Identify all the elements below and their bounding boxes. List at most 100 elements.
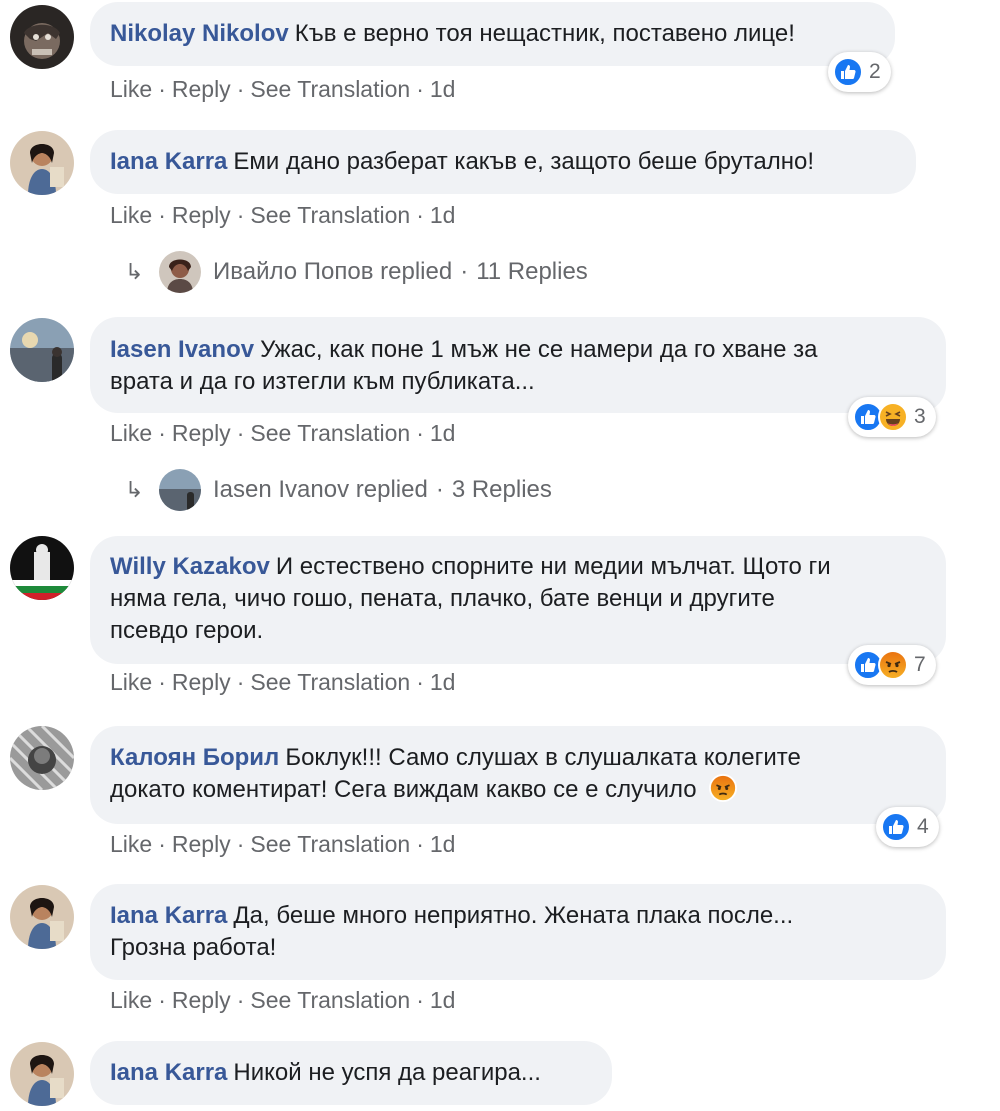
like-button[interactable]: Like bbox=[110, 987, 152, 1013]
comment-author[interactable]: Iana Karra bbox=[110, 902, 227, 929]
reaction-summary[interactable]: 7 bbox=[848, 645, 936, 685]
separator: · bbox=[236, 76, 245, 102]
comment-actions: Like · Reply · See Translation · 1d bbox=[110, 667, 455, 697]
comment-author[interactable]: Калоян Борил bbox=[110, 744, 279, 771]
comment-author[interactable]: Iana Karra bbox=[110, 1059, 227, 1086]
like-button[interactable]: Like bbox=[110, 420, 152, 446]
avatar[interactable] bbox=[10, 726, 74, 790]
replier-avatar bbox=[159, 251, 201, 293]
like-button[interactable]: Like bbox=[110, 202, 152, 228]
separator: · bbox=[416, 669, 424, 695]
comment-actions: Like · Reply · See Translation · 1d bbox=[110, 418, 455, 448]
timestamp[interactable]: 1d bbox=[430, 420, 456, 446]
see-translation-link[interactable]: See Translation bbox=[250, 76, 410, 102]
avatar[interactable] bbox=[10, 885, 74, 949]
comment-text-line: И естествено спорните ни медии мълчат. Щ… bbox=[275, 553, 831, 580]
replies-count: 11 Replies bbox=[476, 258, 588, 285]
comment-bubble: Nikolay Nikolov Къв е верно тоя нещастник… bbox=[90, 2, 895, 66]
reaction-summary[interactable]: 2 bbox=[828, 52, 891, 92]
comment-actions: Like · Reply · See Translation · 1d bbox=[110, 200, 455, 230]
comment-author[interactable]: Iana Karra bbox=[110, 148, 227, 175]
view-replies-link[interactable]: ↳ Ивайло Попов replied · 11 Replies bbox=[125, 250, 588, 294]
comment-bubble: Iana Karra Еми дано разберат какъв е, защ… bbox=[90, 130, 916, 194]
reply-arrow-icon: ↳ bbox=[125, 477, 144, 502]
comment-text-line: Ужас, как поне 1 мъж не се намери да го … bbox=[260, 336, 818, 363]
laugh-icon bbox=[878, 402, 908, 432]
timestamp[interactable]: 1d bbox=[430, 987, 456, 1013]
comment-text: Къв е верно тоя нещастник, поставено лиц… bbox=[294, 20, 795, 47]
avatar[interactable] bbox=[10, 318, 74, 382]
avatar[interactable] bbox=[10, 536, 74, 600]
reaction-summary[interactable]: 4 bbox=[876, 807, 939, 847]
timestamp[interactable]: 1d bbox=[430, 669, 456, 695]
separator: · bbox=[158, 76, 166, 102]
separator: · bbox=[158, 987, 166, 1013]
timestamp[interactable]: 1d bbox=[430, 831, 456, 857]
reply-button[interactable]: Reply bbox=[172, 831, 231, 857]
separator: · bbox=[416, 202, 424, 228]
comment-bubble: Iana Karra Да, беше много неприятно. Жена… bbox=[90, 884, 946, 980]
separator: · bbox=[158, 669, 166, 695]
reaction-summary[interactable]: 3 bbox=[848, 397, 936, 437]
view-replies-link[interactable]: ↳ Iasen Ivanov replied · 3 Replies bbox=[125, 468, 552, 512]
like-button[interactable]: Like bbox=[110, 669, 152, 695]
avatar-image bbox=[10, 5, 74, 69]
separator: · bbox=[236, 202, 245, 228]
see-translation-link[interactable]: See Translation bbox=[250, 420, 410, 446]
avatar-image bbox=[10, 1042, 74, 1106]
separator: · bbox=[158, 831, 166, 857]
avatar[interactable] bbox=[10, 131, 74, 195]
separator: · bbox=[416, 987, 424, 1013]
separator: · bbox=[236, 669, 245, 695]
comment-author[interactable]: Iasen Ivanov bbox=[110, 336, 254, 363]
reaction-count: 2 bbox=[869, 60, 881, 83]
reply-button[interactable]: Reply bbox=[172, 202, 231, 228]
reaction-count: 7 bbox=[914, 653, 926, 676]
comment-text: Еми дано разберат какъв е, защото беше б… bbox=[233, 148, 815, 175]
separator: · bbox=[416, 76, 424, 102]
comment-text-line: Грозна работа! bbox=[110, 934, 277, 961]
avatar-image bbox=[10, 131, 74, 195]
see-translation-link[interactable]: See Translation bbox=[250, 831, 410, 857]
comment-bubble: Willy Kazakov И естествено спорните ни ме… bbox=[90, 536, 946, 664]
timestamp[interactable]: 1d bbox=[430, 202, 456, 228]
replied-by: Ивайло Попов replied bbox=[213, 258, 453, 285]
avatar-image bbox=[10, 885, 74, 949]
see-translation-link[interactable]: See Translation bbox=[250, 987, 410, 1013]
like-button[interactable]: Like bbox=[110, 76, 152, 102]
avatar-image bbox=[10, 318, 74, 382]
comment-bubble: Iana Karra Никой не успя да реагира... bbox=[90, 1041, 612, 1105]
angry-emoji-icon bbox=[709, 774, 737, 802]
comment-text-line: докато коментират! Сега виждам какво се … bbox=[110, 776, 697, 803]
comment-text: Никой не успя да реагира... bbox=[233, 1059, 541, 1086]
replier-avatar bbox=[159, 469, 201, 511]
like-button[interactable]: Like bbox=[110, 831, 152, 857]
angry-icon bbox=[878, 650, 908, 680]
separator: · bbox=[236, 420, 245, 446]
reply-button[interactable]: Reply bbox=[172, 669, 231, 695]
separator: · bbox=[158, 202, 166, 228]
comment-author[interactable]: Willy Kazakov bbox=[110, 553, 270, 580]
reply-button[interactable]: Reply bbox=[172, 987, 231, 1013]
reply-button[interactable]: Reply bbox=[172, 76, 231, 102]
separator: · bbox=[236, 831, 245, 857]
see-translation-link[interactable]: See Translation bbox=[250, 669, 410, 695]
reply-button[interactable]: Reply bbox=[172, 420, 231, 446]
separator: · bbox=[416, 420, 424, 446]
like-icon bbox=[833, 57, 863, 87]
comment-text-line: няма гела, чичо гошо, пената, плачко, ба… bbox=[110, 585, 775, 612]
see-translation-link[interactable]: See Translation bbox=[250, 202, 410, 228]
comment-author[interactable]: Nikolay Nikolov bbox=[110, 20, 289, 47]
comment-text-line: Да, беше много неприятно. Жената плака п… bbox=[233, 902, 794, 929]
avatar-image bbox=[10, 536, 74, 600]
comment-bubble: Калоян Борил Боклук!!! Само слушах в слуш… bbox=[90, 726, 946, 824]
separator: · bbox=[435, 476, 444, 503]
separator: · bbox=[460, 258, 469, 285]
comment-text-line: врата и да го изтегли към публиката... bbox=[110, 368, 535, 395]
avatar[interactable] bbox=[10, 5, 74, 69]
like-icon bbox=[881, 812, 911, 842]
avatar[interactable] bbox=[10, 1042, 74, 1106]
reaction-count: 3 bbox=[914, 405, 926, 428]
reaction-count: 4 bbox=[917, 815, 929, 838]
timestamp[interactable]: 1d bbox=[430, 76, 456, 102]
